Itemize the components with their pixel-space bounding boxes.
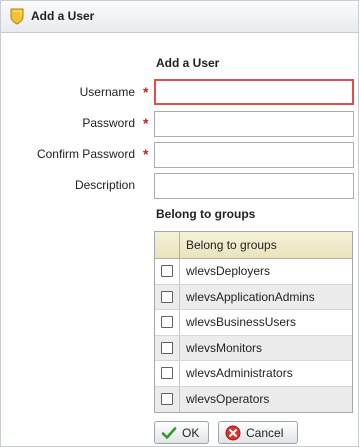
groups-heading: Belong to groups	[156, 207, 256, 221]
confirm-password-required-marker: *	[143, 146, 149, 162]
table-row: wlevsDeployers	[155, 259, 352, 285]
table-row: wlevsOperators	[155, 386, 352, 412]
group-name: wlevsBusinessUsers	[186, 315, 297, 329]
cancel-button-label: Cancel	[246, 425, 284, 440]
username-input[interactable]	[154, 79, 354, 105]
groups-column-header: Belong to groups	[186, 238, 277, 252]
group-name: wlevsDeployers	[186, 264, 271, 278]
shield-icon	[10, 8, 24, 25]
table-row: wlevsApplicationAdmins	[155, 284, 352, 310]
group-checkbox-wlevsadministrators[interactable]	[161, 367, 173, 380]
username-label: Username	[79, 85, 135, 99]
description-label: Description	[74, 178, 135, 192]
table-row: wlevsAdministrators	[155, 361, 352, 387]
confirm-password-input[interactable]	[154, 142, 354, 168]
password-label: Password	[82, 116, 135, 130]
group-name: wlevsOperators	[186, 391, 270, 406]
group-name: wlevsAdministrators	[186, 366, 293, 380]
group-checkbox-wlevsmonitors[interactable]	[161, 341, 173, 354]
description-input[interactable]	[154, 173, 354, 199]
cancel-button[interactable]: Cancel	[218, 421, 298, 444]
group-checkbox-wlevsoperators[interactable]	[161, 393, 173, 406]
dialog-titlebar: Add a User	[1, 1, 358, 33]
cancel-icon	[225, 425, 241, 441]
table-row: wlevsMonitors	[155, 335, 352, 361]
form-heading: Add a User	[156, 56, 220, 70]
ok-button[interactable]: OK	[154, 421, 209, 444]
group-name: wlevsApplicationAdmins	[186, 289, 315, 304]
ok-button-label: OK	[182, 425, 200, 440]
password-input[interactable]	[154, 111, 354, 137]
groups-table-header: Belong to groups	[155, 232, 352, 259]
table-row: wlevsBusinessUsers	[155, 310, 352, 336]
group-checkbox-wlevsapplicationadmins[interactable]	[161, 290, 173, 303]
groups-table: Belong to groups wlevsDeployers wlevsApp…	[154, 231, 353, 413]
checkmark-icon	[161, 425, 177, 441]
add-user-dialog: Add a User Add a User Username * Passwor…	[0, 0, 359, 447]
username-required-marker: *	[143, 84, 149, 100]
password-required-marker: *	[143, 115, 149, 131]
group-checkbox-wlevsdeployers[interactable]	[161, 265, 173, 278]
group-checkbox-wlevsbusinessusers[interactable]	[161, 316, 173, 329]
dialog-title: Add a User	[31, 9, 95, 23]
confirm-password-label: Confirm Password	[36, 147, 135, 161]
group-name: wlevsMonitors	[186, 340, 263, 355]
select-column-header	[155, 232, 180, 258]
